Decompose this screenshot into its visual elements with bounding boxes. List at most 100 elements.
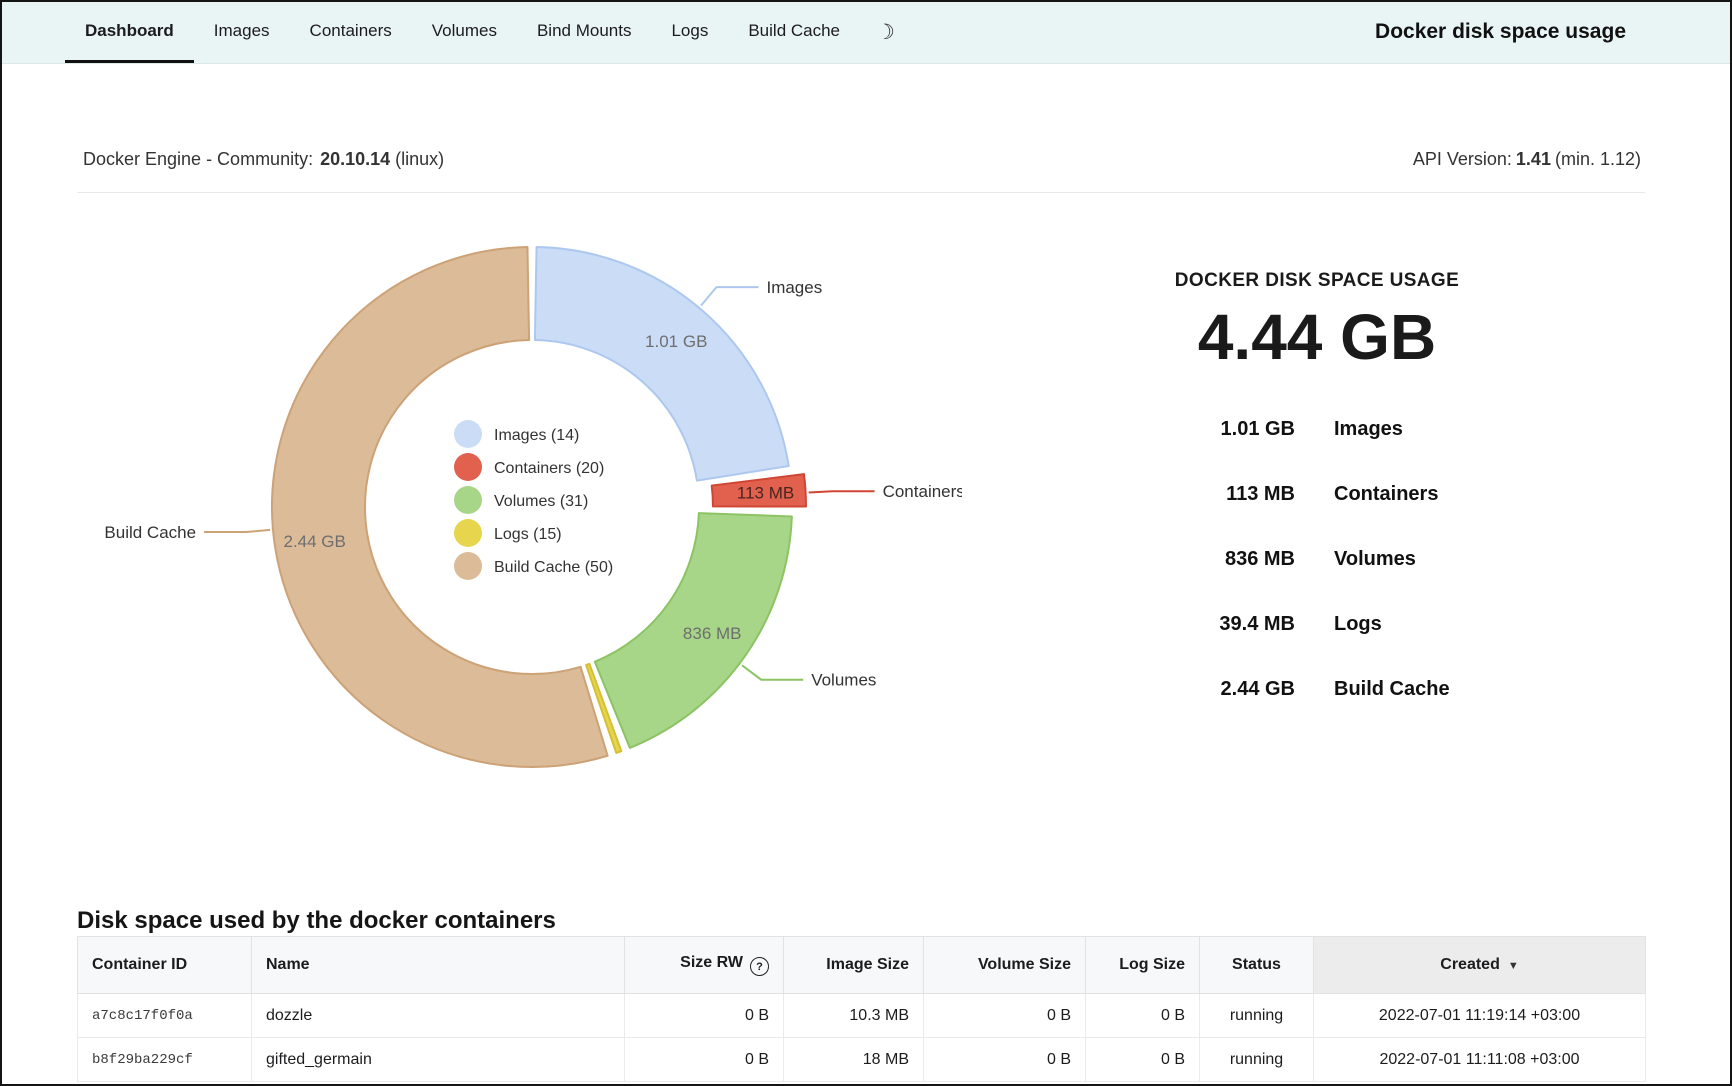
usage-size-build-cache: 2.44 GB (1102, 678, 1295, 701)
usage-size-logs: 39.4 MB (1102, 613, 1295, 636)
col-header-volume-size[interactable]: Volume Size (924, 937, 1086, 994)
usage-size-volumes: 836 MB (1102, 548, 1295, 571)
cell-size-rw: 0 B (625, 994, 784, 1038)
segment-size-label-build-cache: 2.44 GB (283, 532, 345, 551)
legend-label-build-cache: Build Cache (50) (494, 559, 613, 576)
cell-status: running (1200, 1038, 1314, 1082)
col-header-created[interactable]: Created▼ (1314, 937, 1646, 994)
donut-segment-images[interactable] (535, 247, 789, 481)
segment-size-label-containers: 113 MB (737, 484, 794, 503)
engine-info-suffix: (linux) (395, 149, 444, 169)
tab-volumes[interactable]: Volumes (412, 2, 517, 63)
usage-row-build-cache: 2.44 GB Build Cache (1102, 657, 1532, 722)
size-rw-help-icon[interactable]: ? (750, 957, 769, 976)
cell-log-size: 0 B (1086, 994, 1200, 1038)
cell-image-size: 18 MB (784, 1038, 924, 1082)
segment-size-label-volumes: 836 MB (683, 624, 742, 643)
sort-desc-icon: ▼ (1508, 960, 1519, 972)
containers-section-heading: Disk space used by the docker containers (77, 907, 556, 935)
container-row-gifted_germain: b8f29ba229cfgifted_germain0 B18 MB0 B0 B… (78, 1038, 1646, 1082)
legend-label-volumes: Volumes (31) (494, 493, 588, 510)
callout-label-images: Images (766, 278, 822, 297)
col-header-status[interactable]: Status (1200, 937, 1314, 994)
tab-build-cache[interactable]: Build Cache (728, 2, 860, 63)
table-header-row: Container ID Name Size RW? Image Size Volume… (78, 937, 1646, 994)
usage-label-build-cache: Build Cache (1334, 678, 1450, 701)
usage-panel-title: DOCKER DISK SPACE USAGE (1102, 270, 1532, 292)
cell-created: 2022-07-01 11:19:14 +03:00 (1314, 994, 1646, 1038)
tab-logs[interactable]: Logs (651, 2, 728, 63)
moon-icon: ☾ (876, 20, 895, 45)
tab-containers[interactable]: Containers (290, 2, 412, 63)
cell-name: dozzle (252, 994, 625, 1038)
engine-info: Docker Engine - Community: 20.10.14(linux… (83, 149, 444, 170)
cell-container-id: a7c8c17f0f0a (78, 994, 252, 1038)
containers-table: Container ID Name Size RW? Image Size Volume… (77, 936, 1646, 1082)
legend-label-logs: Logs (15) (494, 526, 562, 543)
usage-size-images: 1.01 GB (1102, 418, 1295, 441)
usage-row-logs: 39.4 MB Logs (1102, 592, 1532, 657)
header-divider (77, 192, 1645, 193)
col-header-label-volume-size: Volume Size (978, 956, 1071, 973)
cell-image-size: 10.3 MB (784, 994, 924, 1038)
usage-panel-total: 4.44 GB (1102, 300, 1532, 374)
dark-mode-toggle[interactable]: ☾ (876, 2, 895, 63)
legend-swatch-logs (454, 519, 482, 547)
api-version-suffix: (min. 1.12) (1555, 149, 1641, 169)
cell-size-rw: 0 B (625, 1038, 784, 1082)
docker-dashboard-screen: DashboardImagesContainersVolumesBind Mou… (0, 0, 1732, 1086)
legend-swatch-build-cache (454, 552, 482, 580)
col-header-container-id[interactable]: Container ID (78, 937, 252, 994)
cell-volume-size: 0 B (924, 994, 1086, 1038)
legend-swatch-images (454, 420, 482, 448)
usage-row-containers: 113 MBContainers (1102, 462, 1532, 527)
usage-row-volumes: 836 MB Volumes (1102, 527, 1532, 592)
col-header-label-name: Name (266, 956, 310, 973)
callout-label-containers: Containers (883, 482, 962, 501)
legend-item-build-cache[interactable]: Build Cache (50) (454, 552, 613, 580)
legend-item-containers[interactable]: Containers (20) (454, 453, 604, 481)
col-header-label-size-rw: Size RW (680, 954, 743, 971)
segment-size-label-images: 1.01 GB (645, 332, 707, 351)
col-header-label-status: Status (1232, 956, 1281, 973)
legend-swatch-volumes (454, 486, 482, 514)
tab-bind-mounts[interactable]: Bind Mounts (517, 2, 652, 63)
col-header-size-rw[interactable]: Size RW? (625, 937, 784, 994)
col-header-label-image-size: Image Size (826, 956, 909, 973)
app-title: Docker disk space usage (1375, 2, 1626, 62)
cell-volume-size: 0 B (924, 1038, 1086, 1082)
engine-version: 20.10.14 (320, 149, 390, 169)
cell-log-size: 0 B (1086, 1038, 1200, 1082)
usage-label-images: Images (1334, 418, 1403, 441)
callout-line-containers (809, 491, 875, 492)
callout-line-build-cache (204, 530, 270, 532)
usage-label-logs: Logs (1334, 613, 1382, 636)
col-header-name[interactable]: Name (252, 937, 625, 994)
usage-label-volumes: Volumes (1334, 548, 1416, 571)
engine-info-prefix: Docker Engine - Community: (83, 149, 313, 169)
tab-images[interactable]: Images (194, 2, 290, 63)
col-header-image-size[interactable]: Image Size (784, 937, 924, 994)
nav-tabs: DashboardImagesContainersVolumesBind Mou… (65, 2, 860, 63)
disk-usage-donut-chart: 1.01 GB Images 113 MB Containers 836 MB Volum… (92, 232, 962, 792)
col-header-label-log-size: Log Size (1119, 956, 1185, 973)
cell-container-id: b8f29ba229cf (78, 1038, 252, 1082)
usage-row-images: 1.01 GB Images (1102, 397, 1532, 462)
legend-item-volumes[interactable]: Volumes (31) (454, 486, 588, 514)
col-header-label-container-id: Container ID (92, 956, 187, 973)
usage-label-containers: Containers (1334, 483, 1438, 506)
tab-dashboard[interactable]: Dashboard (65, 2, 194, 63)
callout-label-build-cache: Build Cache (104, 523, 196, 542)
api-version-info: API Version:1.41(min. 1.12) (1413, 149, 1641, 170)
legend-swatch-containers (454, 453, 482, 481)
callout-line-images (701, 287, 758, 305)
cell-name: gifted_germain (252, 1038, 625, 1082)
callout-label-volumes: Volumes (811, 671, 876, 690)
callout-line-volumes (742, 665, 803, 679)
api-version-prefix: API Version: (1413, 149, 1512, 169)
legend-label-images: Images (14) (494, 427, 579, 444)
legend-item-images[interactable]: Images (14) (454, 420, 579, 448)
legend-item-logs[interactable]: Logs (15) (454, 519, 562, 547)
cell-created: 2022-07-01 11:11:08 +03:00 (1314, 1038, 1646, 1082)
col-header-log-size[interactable]: Log Size (1086, 937, 1200, 994)
